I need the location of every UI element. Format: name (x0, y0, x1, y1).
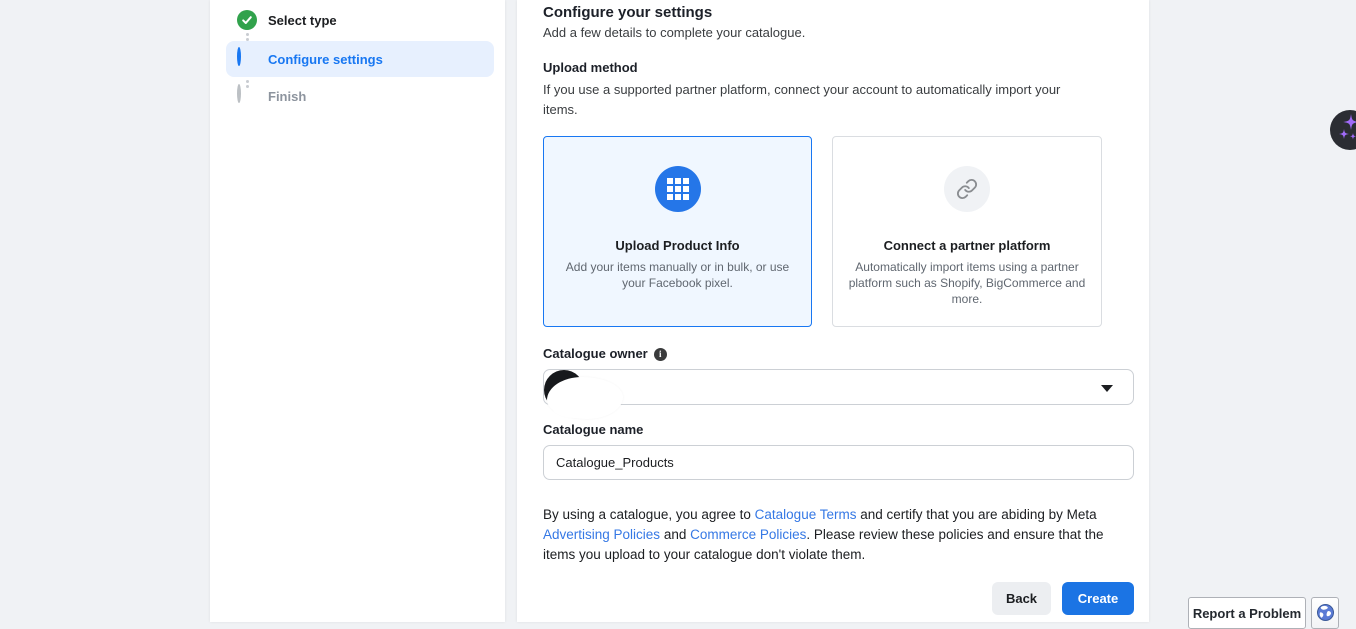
upload-method-description: If you use a supported partner platform,… (543, 80, 1088, 120)
link-icon (944, 166, 990, 212)
step-finish[interactable]: Finish (226, 78, 494, 114)
card-title: Upload Product Info (615, 238, 739, 253)
configure-settings-panel: Configure your settings Add a few detail… (517, 0, 1149, 622)
grid-icon (655, 166, 701, 212)
card-description: Automatically import items using a partn… (848, 259, 1086, 307)
catalogue-owner-dropdown[interactable] (543, 369, 1134, 405)
terms-mid2: and (660, 527, 690, 542)
step-label: Select type (268, 13, 337, 28)
sparkles-icon (1330, 109, 1356, 152)
report-a-problem-button[interactable]: Report a Problem (1188, 597, 1306, 629)
back-button[interactable]: Back (992, 582, 1051, 615)
terms-prefix: By using a catalogue, you agree to (543, 507, 755, 522)
page-title: Configure your settings (543, 4, 712, 21)
card-description: Add your items manually or in bulk, or u… (559, 259, 797, 291)
catalogue-owner-label: Catalogue owner i (543, 346, 667, 361)
chevron-down-icon (1101, 385, 1113, 392)
catalogue-name-input[interactable] (543, 445, 1134, 480)
catalogue-terms-link[interactable]: Catalogue Terms (755, 507, 857, 522)
advertising-policies-link[interactable]: Advertising Policies (543, 527, 660, 542)
step-configure-settings[interactable]: Configure settings (226, 41, 494, 77)
language-globe-button[interactable] (1311, 597, 1339, 629)
stepper-panel: Select type Configure settings Finish (210, 0, 505, 622)
catalogue-name-label: Catalogue name (543, 422, 643, 437)
terms-mid1: and certify that you are abiding by Meta (856, 507, 1096, 522)
upload-product-info-card[interactable]: Upload Product Info Add your items manua… (543, 136, 812, 327)
upload-method-label: Upload method (543, 60, 638, 75)
connect-partner-platform-card[interactable]: Connect a partner platform Automatically… (832, 136, 1102, 327)
step-label: Finish (268, 89, 306, 104)
empty-circle-icon (237, 86, 257, 106)
check-circle-icon (237, 10, 257, 30)
create-button[interactable]: Create (1062, 582, 1134, 615)
globe-icon (1317, 604, 1334, 624)
ai-assistant-button[interactable] (1330, 110, 1356, 150)
catalogue-setup-screen: { "stepper": { "steps": [ { "label": "Se… (0, 0, 1356, 622)
terms-text: By using a catalogue, you agree to Catal… (543, 505, 1135, 565)
step-label: Configure settings (268, 52, 383, 67)
half-filled-circle-icon (237, 49, 257, 69)
page-subtitle: Add a few details to complete your catal… (543, 25, 805, 40)
commerce-policies-link[interactable]: Commerce Policies (690, 527, 806, 542)
catalogue-owner-label-text: Catalogue owner (543, 346, 648, 361)
card-title: Connect a partner platform (884, 238, 1051, 253)
info-icon[interactable]: i (654, 348, 667, 361)
step-connector-dot (246, 33, 249, 36)
step-select-type[interactable]: Select type (226, 2, 494, 38)
